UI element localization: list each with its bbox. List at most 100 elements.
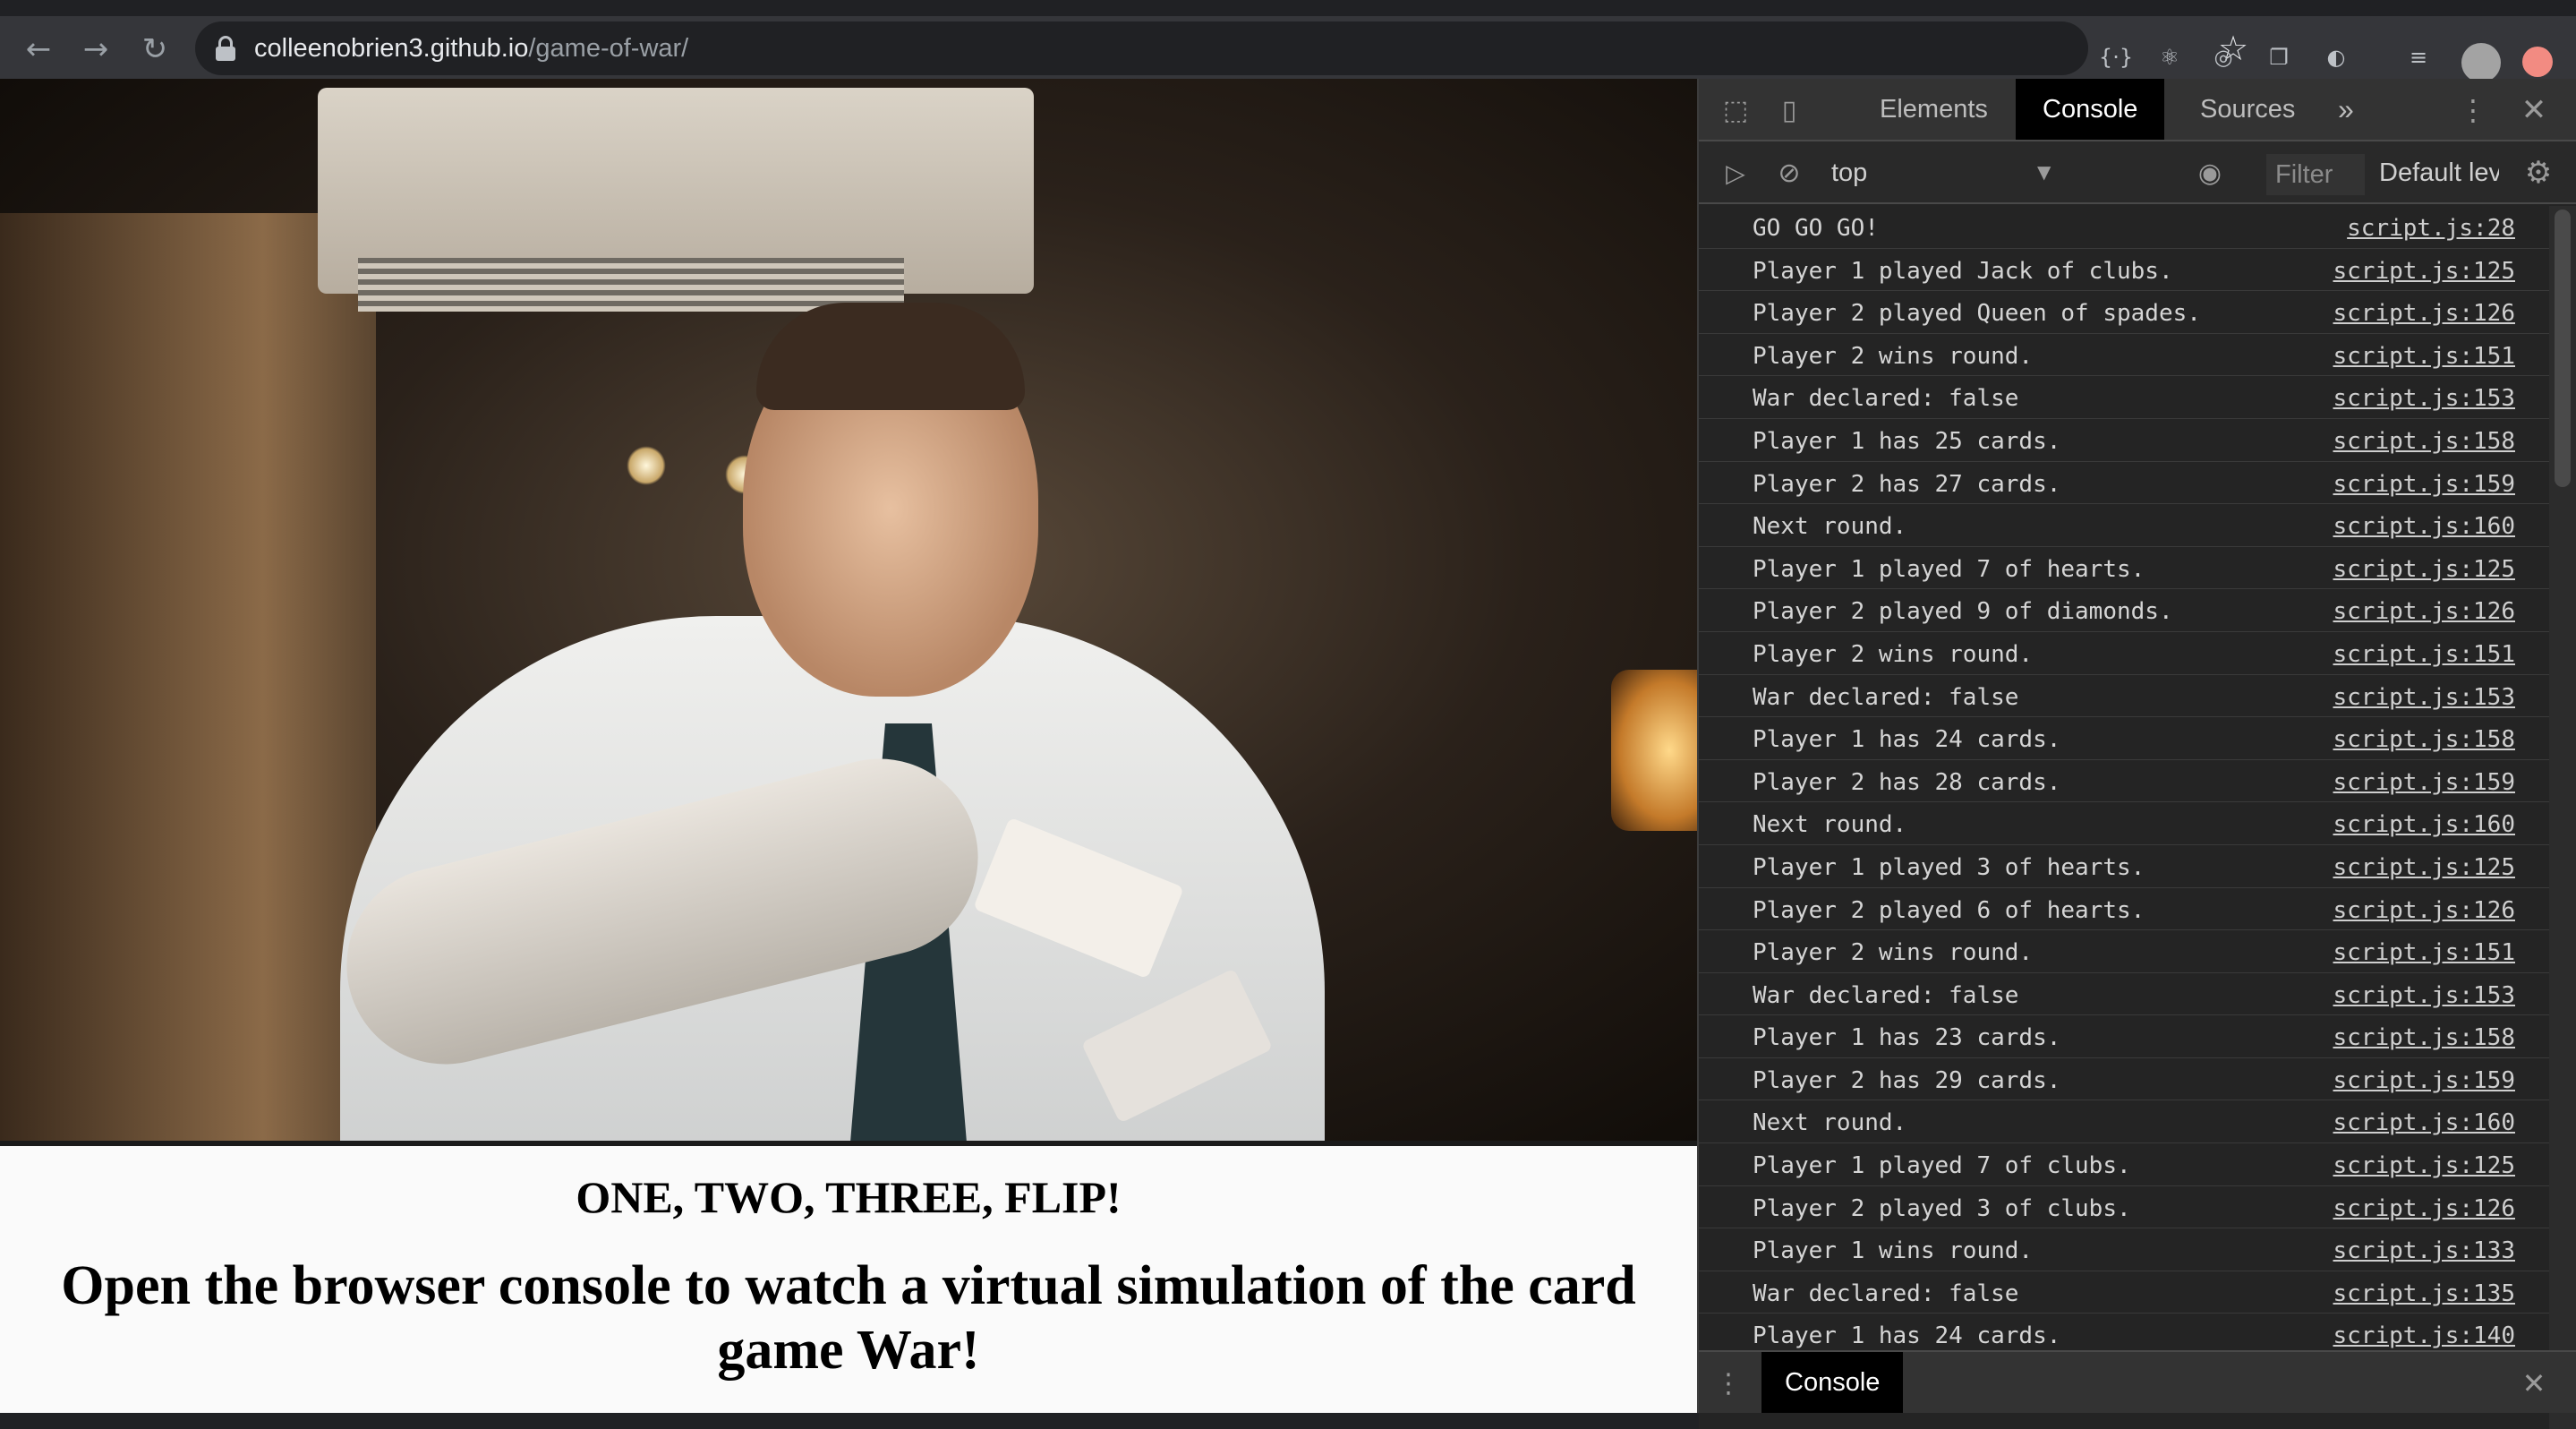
log-text: Player 2 played Queen of spades. bbox=[1753, 300, 2201, 328]
log-source-link[interactable]: script.js:158 bbox=[2333, 428, 2516, 455]
drawer-menu-icon[interactable]: ⋮ bbox=[1715, 1365, 1742, 1402]
reload-icon[interactable]: ↻ bbox=[134, 29, 175, 70]
extension-json-icon[interactable]: {·} bbox=[2099, 41, 2133, 73]
tab-elements[interactable]: Elements bbox=[1853, 79, 2015, 140]
log-text: Player 1 wins round. bbox=[1753, 1237, 2034, 1265]
log-source-link[interactable]: script.js:133 bbox=[2333, 1237, 2516, 1264]
address-bar[interactable]: colleenobrien3.github.io/game-of-war/ ☆ bbox=[195, 21, 2248, 75]
log-text: War declared: false bbox=[1753, 981, 2019, 1009]
console-message: Player 2 played 3 of clubs. script.js:126 bbox=[1699, 1186, 2576, 1229]
more-tabs-icon[interactable]: » bbox=[2311, 79, 2381, 140]
log-text: Player 1 played 3 of hearts. bbox=[1753, 853, 2145, 881]
log-source-link[interactable]: script.js:135 bbox=[2333, 1280, 2516, 1307]
log-text: Player 2 played 6 of hearts. bbox=[1753, 896, 2145, 924]
console-scrollbar[interactable] bbox=[2549, 206, 2576, 1429]
browser-toolbar: ← → ↻ colleenobrien3.github.io/game-of-w… bbox=[0, 0, 2576, 82]
tab-console[interactable]: Console bbox=[2016, 79, 2165, 140]
log-source-link[interactable]: script.js:126 bbox=[2333, 300, 2516, 327]
console-message: Player 2 played Queen of spades. script.j… bbox=[1699, 291, 2576, 334]
page-headline: ONE, TWO, THREE, FLIP! bbox=[576, 1172, 1122, 1222]
page-content: ONE, TWO, THREE, FLIP! Open the browser … bbox=[0, 79, 1697, 1413]
sidebar-toggle-icon[interactable]: ▷ bbox=[1717, 154, 1754, 192]
react-devtools-icon[interactable]: ⚛ bbox=[2154, 41, 2186, 73]
log-source-link[interactable]: script.js:151 bbox=[2333, 343, 2516, 370]
console-message: Player 2 has 29 cards. script.js:159 bbox=[1699, 1058, 2576, 1101]
url-path: /game-of-war/ bbox=[528, 34, 689, 63]
live-expression-eye-icon[interactable]: ◉ bbox=[2189, 154, 2231, 192]
log-text: Player 2 wins round. bbox=[1753, 939, 2034, 967]
devtools-drawer: ⋮ Console ✕ bbox=[1699, 1350, 2576, 1413]
console-message: Player 1 played 7 of clubs. script.js:125 bbox=[1699, 1143, 2576, 1186]
log-source-link[interactable]: script.js:125 bbox=[2333, 1152, 2516, 1179]
console-message: War declared: false script.js:153 bbox=[1699, 376, 2576, 419]
media-playlist-icon[interactable]: ≡ bbox=[2402, 41, 2435, 73]
log-source-link[interactable]: script.js:160 bbox=[2333, 811, 2516, 838]
log-source-link[interactable]: script.js:153 bbox=[2333, 684, 2516, 711]
device-toolbar-icon[interactable]: ▯ bbox=[1770, 91, 1808, 129]
log-text: Player 2 played 3 of clubs. bbox=[1753, 1194, 2131, 1222]
log-source-link[interactable]: script.js:153 bbox=[2333, 385, 2516, 412]
log-source-link[interactable]: script.js:158 bbox=[2333, 1024, 2516, 1051]
url-text[interactable]: colleenobrien3.github.io/game-of-war/ bbox=[254, 34, 688, 64]
log-text: Player 2 has 27 cards. bbox=[1753, 470, 2061, 498]
extension-circle-icon[interactable]: ◐ bbox=[2320, 41, 2352, 73]
console-message: Player 2 wins round. script.js:151 bbox=[1699, 334, 2576, 377]
log-source-link[interactable]: script.js:151 bbox=[2333, 641, 2516, 668]
profile-avatar[interactable] bbox=[2461, 43, 2501, 82]
log-source-link[interactable]: script.js:28 bbox=[2347, 215, 2515, 242]
log-source-link[interactable]: script.js:158 bbox=[2333, 726, 2516, 753]
extension-copy-icon[interactable]: ❐ bbox=[2263, 41, 2295, 73]
log-source-link[interactable]: script.js:160 bbox=[2333, 513, 2516, 540]
log-text: Player 2 played 9 of diamonds. bbox=[1753, 598, 2173, 626]
log-source-link[interactable]: script.js:125 bbox=[2333, 258, 2516, 285]
log-source-link[interactable]: script.js:159 bbox=[2333, 1067, 2516, 1094]
log-text: War declared: false bbox=[1753, 1279, 2019, 1307]
log-source-link[interactable]: script.js:159 bbox=[2333, 471, 2516, 498]
log-text: Next round. bbox=[1753, 513, 1907, 541]
log-text: Player 1 played 7 of hearts. bbox=[1753, 555, 2145, 583]
console-message: Next round. script.js:160 bbox=[1699, 802, 2576, 845]
devtools-panel: ⬚ ▯ Elements Console Sources » ⋮ ✕ ▷ ⊘ t… bbox=[1697, 79, 2576, 1429]
scrollbar-thumb[interactable] bbox=[2555, 210, 2571, 487]
log-source-link[interactable]: script.js:159 bbox=[2333, 769, 2516, 796]
console-message: Player 1 has 25 cards. script.js:158 bbox=[1699, 419, 2576, 462]
log-source-link[interactable]: script.js:151 bbox=[2333, 939, 2516, 966]
log-source-link[interactable]: script.js:126 bbox=[2333, 1195, 2516, 1222]
console-message: Next round. script.js:160 bbox=[1699, 1100, 2576, 1144]
extension-target-icon[interactable]: ◎ bbox=[2207, 41, 2239, 73]
context-selector[interactable]: top bbox=[1824, 152, 2057, 193]
console-settings-gear-icon[interactable]: ⚙ bbox=[2519, 154, 2558, 192]
log-text: Player 2 wins round. bbox=[1753, 342, 2034, 370]
console-message: Player 1 wins round. script.js:133 bbox=[1699, 1228, 2576, 1271]
log-source-link[interactable]: script.js:153 bbox=[2333, 982, 2516, 1009]
log-text: Player 1 has 24 cards. bbox=[1753, 1322, 2061, 1350]
log-level-selector[interactable]: Default lev bbox=[2365, 152, 2499, 193]
console-message: Player 1 has 24 cards. script.js:158 bbox=[1699, 717, 2576, 760]
lock-icon[interactable] bbox=[215, 36, 236, 63]
log-source-link[interactable]: script.js:126 bbox=[2333, 897, 2516, 924]
devtools-menu-icon[interactable]: ⋮ bbox=[2459, 91, 2487, 129]
log-text: Player 1 played 7 of clubs. bbox=[1753, 1152, 2131, 1180]
close-devtools-icon[interactable]: ✕ bbox=[2515, 91, 2553, 129]
log-text: Player 1 has 25 cards. bbox=[1753, 427, 2061, 455]
chevron-down-icon[interactable]: ▼ bbox=[2037, 161, 2051, 183]
log-source-link[interactable]: script.js:126 bbox=[2333, 598, 2516, 625]
log-text: Player 1 played Jack of clubs. bbox=[1753, 257, 2173, 285]
console-filterbar: ▷ ⊘ top ▼ ◉ Default lev ⚙ bbox=[1699, 141, 2576, 204]
clear-console-icon[interactable]: ⊘ bbox=[1770, 154, 1808, 192]
console-filter-input[interactable] bbox=[2266, 154, 2365, 195]
log-source-link[interactable]: script.js:140 bbox=[2333, 1322, 2516, 1349]
chrome-update-icon[interactable] bbox=[2522, 47, 2553, 77]
console-log[interactable]: GO GO GO! script.js:28 Player 1 played Ja… bbox=[1699, 206, 2576, 1429]
forward-icon[interactable]: → bbox=[75, 29, 116, 70]
tab-sources[interactable]: Sources bbox=[2173, 79, 2322, 140]
back-icon[interactable]: ← bbox=[18, 29, 59, 70]
log-source-link[interactable]: script.js:125 bbox=[2333, 556, 2516, 583]
log-source-link[interactable]: script.js:160 bbox=[2333, 1109, 2516, 1136]
log-text: War declared: false bbox=[1753, 385, 2019, 413]
drawer-tab-console[interactable]: Console bbox=[1761, 1352, 1904, 1413]
devtools-tabbar: ⬚ ▯ Elements Console Sources » ⋮ ✕ bbox=[1699, 79, 2576, 141]
close-drawer-icon[interactable]: ✕ bbox=[2515, 1365, 2553, 1402]
log-source-link[interactable]: script.js:125 bbox=[2333, 854, 2516, 881]
inspect-element-icon[interactable]: ⬚ bbox=[1717, 91, 1754, 129]
